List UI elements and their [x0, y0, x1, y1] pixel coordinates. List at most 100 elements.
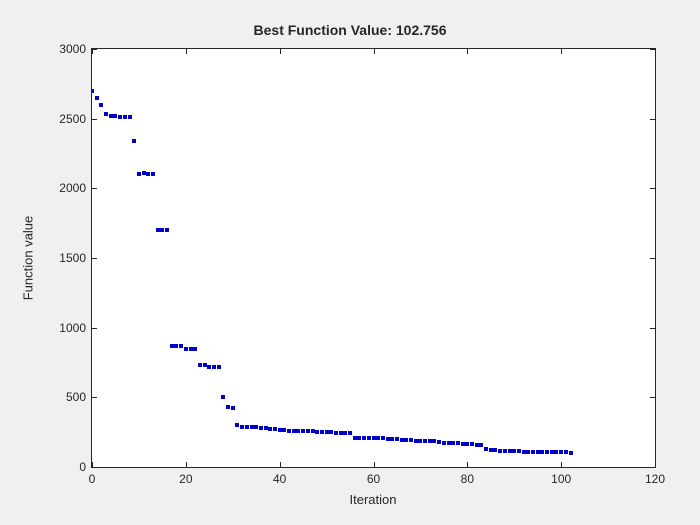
data-point: [320, 430, 324, 434]
data-point: [531, 450, 535, 454]
data-point: [569, 451, 573, 455]
data-point: [334, 431, 338, 435]
data-point: [151, 172, 155, 176]
data-point: [353, 436, 357, 440]
data-point: [221, 395, 225, 399]
tick-mark: [280, 49, 281, 54]
data-point: [465, 442, 469, 446]
tick-mark: [92, 188, 97, 189]
data-point: [343, 431, 347, 435]
x-tick-label: 60: [367, 472, 380, 486]
data-point: [315, 430, 319, 434]
data-point: [489, 448, 493, 452]
axes: [91, 48, 656, 468]
data-point: [432, 439, 436, 443]
tick-mark: [92, 462, 93, 467]
data-point: [95, 96, 99, 100]
data-point: [367, 436, 371, 440]
tick-mark: [467, 49, 468, 54]
y-tick-label: 500: [26, 390, 86, 404]
data-point: [311, 429, 315, 433]
data-point: [329, 430, 333, 434]
data-point: [564, 450, 568, 454]
tick-mark: [92, 258, 97, 259]
data-point: [498, 449, 502, 453]
data-point: [231, 406, 235, 410]
tick-mark: [561, 462, 562, 467]
data-point: [325, 430, 329, 434]
data-point: [348, 431, 352, 435]
data-point: [437, 440, 441, 444]
y-axis-label: Function value: [21, 216, 36, 301]
tick-mark: [650, 119, 655, 120]
data-point: [442, 441, 446, 445]
data-point: [240, 425, 244, 429]
data-point: [503, 449, 507, 453]
y-tick-label: 2000: [26, 181, 86, 195]
data-point: [381, 436, 385, 440]
data-point: [461, 442, 465, 446]
data-point: [146, 172, 150, 176]
tick-mark: [650, 397, 655, 398]
data-point: [207, 365, 211, 369]
tick-mark: [374, 462, 375, 467]
data-point: [92, 89, 94, 93]
data-point: [545, 450, 549, 454]
data-point: [268, 427, 272, 431]
data-point: [493, 448, 497, 452]
tick-mark: [655, 49, 656, 54]
data-point: [554, 450, 558, 454]
x-tick-label: 120: [645, 472, 665, 486]
data-point: [456, 441, 460, 445]
data-point: [104, 112, 108, 116]
tick-mark: [186, 49, 187, 54]
data-point: [160, 228, 164, 232]
y-tick-label: 3000: [26, 42, 86, 56]
x-tick-label: 0: [89, 472, 96, 486]
data-point: [301, 429, 305, 433]
data-point: [296, 429, 300, 433]
data-point: [189, 347, 193, 351]
data-point: [179, 344, 183, 348]
data-point: [479, 443, 483, 447]
data-point: [287, 429, 291, 433]
data-point: [376, 436, 380, 440]
y-tick-label: 0: [26, 460, 86, 474]
tick-mark: [92, 397, 97, 398]
data-point: [428, 439, 432, 443]
tick-mark: [92, 119, 97, 120]
data-point: [203, 363, 207, 367]
data-point: [137, 172, 141, 176]
data-point: [292, 429, 296, 433]
data-point: [447, 441, 451, 445]
y-tick-label: 1000: [26, 321, 86, 335]
data-point: [113, 114, 117, 118]
tick-mark: [92, 49, 93, 54]
chart-title: Best Function Value: 102.756: [0, 22, 700, 38]
data-point: [536, 450, 540, 454]
tick-mark: [655, 462, 656, 467]
data-point: [235, 423, 239, 427]
x-tick-label: 100: [551, 472, 571, 486]
data-point: [540, 450, 544, 454]
data-point: [170, 344, 174, 348]
data-point: [423, 439, 427, 443]
data-point: [259, 426, 263, 430]
data-point: [226, 405, 230, 409]
data-point: [174, 344, 178, 348]
data-point: [109, 114, 113, 118]
x-tick-label: 40: [273, 472, 286, 486]
data-point: [264, 426, 268, 430]
tick-mark: [374, 49, 375, 54]
data-point: [559, 450, 563, 454]
data-point: [395, 437, 399, 441]
data-point: [357, 436, 361, 440]
data-point: [132, 139, 136, 143]
data-point: [404, 438, 408, 442]
x-tick-label: 20: [179, 472, 192, 486]
data-point: [142, 171, 146, 175]
data-point: [156, 228, 160, 232]
data-point: [118, 115, 122, 119]
data-point: [362, 436, 366, 440]
data-point: [550, 450, 554, 454]
